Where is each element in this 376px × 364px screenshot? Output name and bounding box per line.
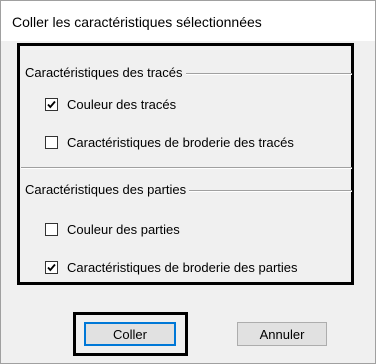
checkbox-option-part-color[interactable]: Couleur des parties bbox=[45, 220, 180, 238]
checkbox[interactable] bbox=[45, 135, 58, 149]
checkbox-label: Couleur des parties bbox=[67, 221, 180, 237]
checkbox[interactable] bbox=[45, 97, 58, 111]
checkbox-label: Couleur des tracés bbox=[67, 96, 177, 112]
group-header: Caractéristiques des parties bbox=[25, 182, 190, 197]
group-header: Caractéristiques des tracés bbox=[25, 65, 186, 80]
dialog-title: Coller les caractéristiques sélectionnée… bbox=[12, 14, 262, 30]
checkmark-icon bbox=[47, 263, 56, 271]
checkbox[interactable] bbox=[45, 222, 58, 236]
checkbox-option-trace-embroidery[interactable]: Caractéristiques de broderie des tracés bbox=[45, 133, 294, 151]
group-parts: Caractéristiques des parties Couleur des… bbox=[25, 182, 352, 282]
group-traces: Caractéristiques des tracés Couleur des … bbox=[25, 65, 352, 165]
checkbox-option-trace-color[interactable]: Couleur des tracés bbox=[45, 95, 176, 113]
checkbox-option-part-embroidery[interactable]: Caractéristiques de broderie des parties bbox=[45, 258, 298, 276]
checkbox[interactable] bbox=[45, 260, 58, 274]
group-separator bbox=[21, 167, 352, 169]
paste-button[interactable]: Coller bbox=[84, 322, 176, 346]
dialog-window: Coller les caractéristiques sélectionnée… bbox=[0, 0, 376, 364]
title-bar: Coller les caractéristiques sélectionnée… bbox=[1, 1, 375, 41]
checkbox-label: Caractéristiques de broderie des parties bbox=[67, 259, 298, 275]
checkbox-label: Caractéristiques de broderie des tracés bbox=[67, 134, 294, 150]
cancel-button[interactable]: Annuler bbox=[237, 322, 327, 346]
checkmark-icon bbox=[47, 100, 56, 108]
